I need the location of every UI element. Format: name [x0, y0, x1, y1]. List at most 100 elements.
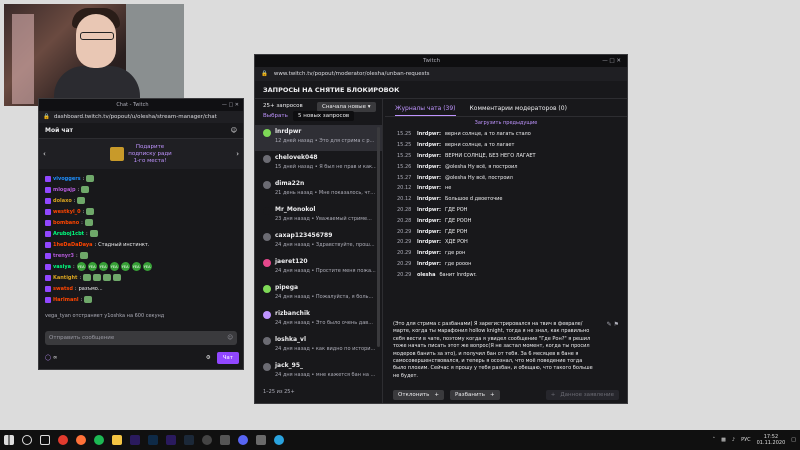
windows-start-icon[interactable]: [4, 435, 14, 445]
unban-request-item[interactable]: Mr_Monokol 23 дня назад • Уважаемый стрим…: [255, 203, 382, 229]
app-icon[interactable]: [256, 435, 266, 445]
yea-emote-icon[interactable]: YEA: [87, 262, 97, 271]
emote-icon[interactable]: [79, 252, 88, 259]
flag-icon[interactable]: ⚑: [614, 321, 619, 328]
main-urlbar[interactable]: 🔒 www.twitch.tv/popout/moderator/olesha/…: [255, 67, 627, 81]
scrollbar[interactable]: [377, 127, 380, 347]
select-link[interactable]: Выбрать: [263, 113, 288, 119]
log-user[interactable]: lnrdpwr:: [417, 175, 441, 181]
chat-username[interactable]: Harlmanl: [53, 297, 79, 303]
emote-icon[interactable]: [83, 274, 92, 281]
unban-request-item[interactable]: lnrdpwr 12 дней назад • Это для стрима с …: [255, 125, 382, 151]
emote-icon[interactable]: [113, 274, 122, 281]
chat-input[interactable]: Отправить сообщение ☺: [45, 331, 237, 345]
volume-icon[interactable]: ♪: [732, 437, 735, 443]
unban-request-item[interactable]: jaeret120 24 дня назад • Простите меня по…: [255, 255, 382, 281]
channel-points[interactable]: ◯ ∞: [45, 355, 58, 361]
log-user[interactable]: lnrdpwr:: [417, 142, 441, 148]
log-user[interactable]: lnrdpwr:: [417, 185, 441, 191]
load-previous-link[interactable]: Загрузить предыдущие: [385, 117, 627, 129]
chat-username[interactable]: mlogajp: [53, 187, 76, 193]
log-user[interactable]: lnrdpwr:: [417, 164, 441, 170]
photoshop-icon[interactable]: [148, 435, 158, 445]
chat-urlbar[interactable]: 🔒 dashboard.twitch.tv/popout/u/olesha/st…: [39, 111, 243, 123]
folder-icon[interactable]: [112, 435, 122, 445]
chevron-up-icon[interactable]: ˄: [713, 437, 716, 443]
chat-username[interactable]: swatsd: [53, 286, 73, 292]
log-user[interactable]: lnrdpwr:: [417, 229, 441, 235]
chat-username[interactable]: Kantight: [53, 275, 77, 281]
notifications-icon[interactable]: □: [791, 437, 796, 443]
chat-username[interactable]: 1heDaDaDaya: [53, 242, 92, 248]
yea-emote-icon[interactable]: YEA: [109, 262, 119, 271]
tab-chat-logs[interactable]: Журналы чата (39): [395, 105, 456, 116]
app-icon[interactable]: [220, 435, 230, 445]
telegram-icon[interactable]: [274, 435, 284, 445]
chat-username[interactable]: Aruboj1cbt: [53, 231, 84, 237]
yea-emote-icon[interactable]: YEA: [98, 262, 108, 271]
emote-icon[interactable]: [86, 208, 95, 215]
users-icon[interactable]: ☺: [231, 127, 237, 134]
firefox-icon[interactable]: [76, 435, 86, 445]
premiere-icon[interactable]: [130, 435, 140, 445]
log-user[interactable]: lnrdpwr:: [417, 250, 441, 256]
yandex-browser-icon[interactable]: [58, 435, 68, 445]
log-user[interactable]: lnrdpwr:: [417, 239, 441, 245]
chevron-right-icon[interactable]: ›: [236, 150, 239, 158]
unban-request-item[interactable]: loshka_vl 24 дня назад • как видно по ист…: [255, 333, 382, 359]
chat-username[interactable]: dolaxo: [53, 198, 72, 204]
emote-icon[interactable]: [103, 274, 112, 281]
log-user[interactable]: lnrdpwr:: [417, 261, 441, 267]
log-user[interactable]: lnrdpwr:: [417, 131, 441, 137]
emote-icon[interactable]: [81, 186, 90, 193]
yea-emote-icon[interactable]: YEA: [142, 262, 152, 271]
chat-username[interactable]: westkyl_0: [53, 209, 81, 215]
emote-icon[interactable]: [89, 230, 98, 237]
edit-icon[interactable]: ✎: [607, 321, 612, 328]
chat-username[interactable]: vivoggers: [53, 176, 81, 182]
unban-request-item[interactable]: chelovek048 15 дней назад • Я был не прав…: [255, 151, 382, 177]
spotify-icon[interactable]: [94, 435, 104, 445]
window-controls[interactable]: — □ ✕: [602, 58, 621, 64]
chat-username[interactable]: bombano: [53, 220, 79, 226]
log-user[interactable]: lnrdpwr:: [417, 196, 441, 202]
unban-request-item[interactable]: jack_95_ 24 дня назад • мне кажется бан н…: [255, 359, 382, 385]
log-user[interactable]: lnrdpwr:: [417, 207, 441, 213]
emote-icon[interactable]: [86, 175, 95, 182]
emote-icon[interactable]: [77, 197, 86, 204]
emote-icon[interactable]: [93, 274, 102, 281]
obs-icon[interactable]: [202, 435, 212, 445]
chat-username[interactable]: vasiya: [53, 264, 71, 270]
close-request-button[interactable]: + Данное заявление: [545, 390, 619, 400]
yea-emote-icon[interactable]: YEA: [131, 262, 141, 271]
chat-username[interactable]: trenyr3: [53, 253, 74, 259]
emote-icon[interactable]: [84, 296, 93, 303]
unban-button[interactable]: Разбанить +: [449, 390, 500, 400]
unban-request-item[interactable]: pipega 24 дня назад • Пожалуйста, я боль.…: [255, 281, 382, 307]
new-requests-tooltip[interactable]: 5 новых запросов: [293, 111, 355, 121]
log-user[interactable]: olesha: [417, 272, 435, 278]
chevron-left-icon[interactable]: ‹: [43, 150, 46, 158]
yea-emote-icon[interactable]: YEA: [76, 262, 86, 271]
search-icon[interactable]: [22, 435, 32, 445]
log-user[interactable]: lnrdpwr:: [417, 153, 441, 159]
unban-request-item[interactable]: caxap123456789 24 дня назад • Здравствуйт…: [255, 229, 382, 255]
yea-emote-icon[interactable]: YEA: [120, 262, 130, 271]
window-controls[interactable]: — □ ✕: [222, 102, 239, 108]
task-view-icon[interactable]: [40, 435, 50, 445]
network-icon[interactable]: ▩: [721, 437, 726, 443]
tab-mod-comments[interactable]: Комментарии модераторов (0): [470, 105, 567, 116]
settings-icon[interactable]: ⚙: [206, 355, 211, 361]
discord-icon[interactable]: [238, 435, 248, 445]
unban-request-item[interactable]: rizbanchik 24 дня назад • Это было очень …: [255, 307, 382, 333]
clock[interactable]: 17:52 01.11.2020: [757, 434, 786, 446]
emote-icon[interactable]: [84, 219, 93, 226]
language-indicator[interactable]: РУС: [741, 437, 751, 443]
sub-gift-banner[interactable]: ‹ Подарите подписку ради 1-го места! ›: [39, 139, 243, 169]
unban-request-item[interactable]: dima22n 21 день назад • Мне показалось, ч…: [255, 177, 382, 203]
send-chat-button[interactable]: Чат: [216, 352, 239, 364]
log-user[interactable]: lnrdpwr:: [417, 218, 441, 224]
steam-icon[interactable]: [184, 435, 194, 445]
after-effects-icon[interactable]: [166, 435, 176, 445]
deny-button[interactable]: Отклонить +: [393, 390, 444, 400]
